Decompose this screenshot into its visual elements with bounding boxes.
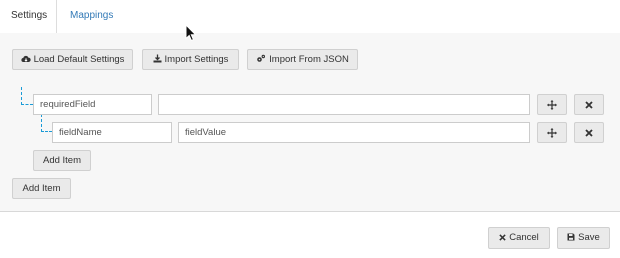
child-value-input[interactable] <box>178 122 530 143</box>
close-icon <box>499 234 506 241</box>
tree-connector-child <box>41 114 52 132</box>
move-icon <box>547 127 557 138</box>
load-default-settings-label: Load Default Settings <box>33 54 125 65</box>
child-key-input[interactable] <box>52 122 172 143</box>
add-root-item-button[interactable]: Add Item <box>12 178 71 199</box>
root-key-input[interactable] <box>33 94 152 115</box>
add-child-item-button[interactable]: Add Item <box>33 150 91 171</box>
move-icon <box>547 99 557 110</box>
cancel-button[interactable]: Cancel <box>488 227 550 249</box>
settings-panel: Load Default Settings Import Settings Im… <box>0 33 620 212</box>
load-default-settings-button[interactable]: Load Default Settings <box>12 49 133 70</box>
import-from-json-button[interactable]: Import From JSON <box>247 49 358 70</box>
tab-settings[interactable]: Settings <box>0 0 57 33</box>
import-settings-button[interactable]: Import Settings <box>142 49 239 70</box>
child-move-button[interactable] <box>537 122 567 143</box>
close-icon <box>585 100 593 109</box>
save-icon <box>567 233 575 241</box>
tree-connector-root <box>21 87 33 105</box>
root-move-button[interactable] <box>537 94 567 115</box>
tab-mappings[interactable]: Mappings <box>59 0 124 33</box>
close-icon <box>585 128 593 137</box>
import-settings-label: Import Settings <box>164 54 229 65</box>
download-icon <box>153 54 162 63</box>
gears-icon <box>257 54 266 62</box>
cancel-label: Cancel <box>509 232 539 243</box>
import-from-json-label: Import From JSON <box>269 54 349 65</box>
footer: Cancel Save <box>0 213 620 258</box>
cloud-download-icon <box>20 55 31 63</box>
save-button[interactable]: Save <box>557 227 610 249</box>
tab-bar: Settings Mappings <box>0 0 620 33</box>
root-value-input[interactable] <box>158 94 530 115</box>
mouse-cursor-icon <box>185 24 197 42</box>
root-remove-button[interactable] <box>574 94 604 115</box>
child-remove-button[interactable] <box>574 122 604 143</box>
save-label: Save <box>578 232 600 243</box>
